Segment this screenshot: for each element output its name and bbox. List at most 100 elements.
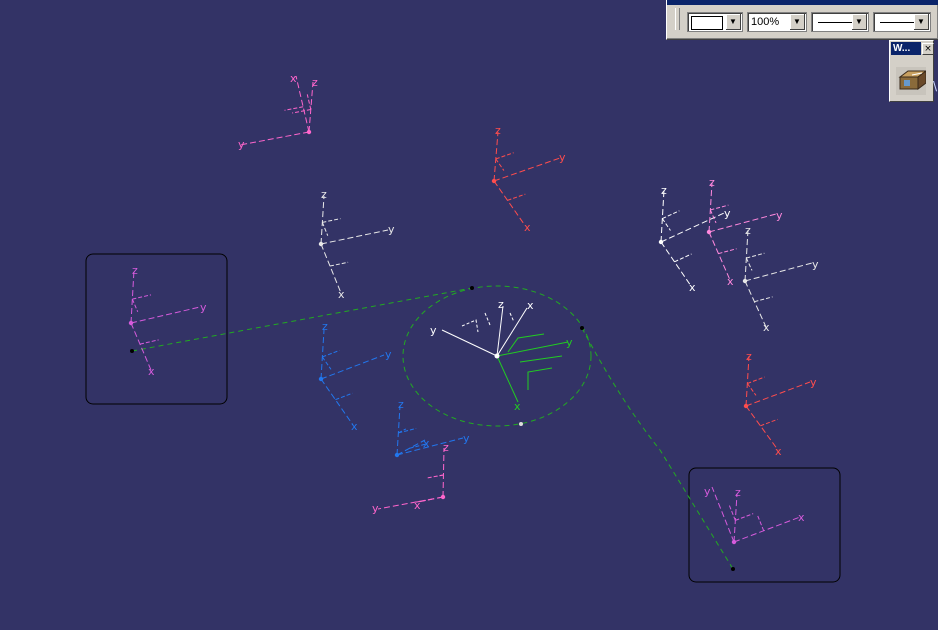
axis-11-plane-hint <box>746 383 757 396</box>
main-axis-x2-label: x <box>514 400 521 413</box>
axis-7-x-label: x <box>727 275 734 288</box>
axis-2-x-label: x <box>524 221 531 234</box>
close-icon[interactable]: × <box>922 43 934 55</box>
axis-5-z-axis <box>320 329 325 380</box>
axis-6-z-axis <box>660 189 665 243</box>
chevron-down-icon[interactable]: ▼ <box>790 14 805 30</box>
axis-2-plane-hint <box>495 158 505 171</box>
workbench-icon[interactable] <box>896 67 928 95</box>
axis-10-origin <box>742 278 748 284</box>
chevron-down-icon[interactable]: ▼ <box>852 14 867 30</box>
axis-11-z-label: z <box>746 350 752 363</box>
axis-10-z-label: z <box>745 224 751 237</box>
connector-handle <box>470 286 474 290</box>
axis-9-plane-hint <box>436 474 444 477</box>
axis-8-plane-hint <box>398 427 417 434</box>
axis-6-plane-hint <box>661 218 671 231</box>
transparency-value: 100% <box>751 16 780 28</box>
axis-systems: xyzxyzxyzxyzxyzxyzxyzx yzxyzxyzxyzxy z <box>128 72 819 545</box>
axis-10-plane-hint <box>745 257 753 271</box>
axis-11-origin <box>743 403 749 409</box>
line-type-preview <box>818 22 852 23</box>
axis-5-plane-hint <box>335 392 353 401</box>
side-glyph: \ <box>933 79 938 93</box>
axis-4-y-label: y <box>200 301 207 314</box>
axis-12-y-label: y <box>704 485 711 498</box>
axis-11-z-axis <box>745 355 750 407</box>
axis-8[interactable]: x y z <box>394 398 470 458</box>
3d-viewport[interactable]: xyzxyzxyzxyzxyzxyzxyzxyzxyzxyzxyzxyz x y <box>0 0 938 630</box>
axis-2-y-label: y <box>559 151 566 164</box>
axis-10-x-label: x <box>763 321 770 334</box>
axis-11-y-label: y <box>810 376 817 389</box>
axis-7-y-label: y <box>776 209 783 222</box>
axis-5-origin <box>318 376 324 382</box>
axis-11[interactable]: x y z <box>743 350 817 458</box>
axis-2-origin <box>491 178 497 184</box>
axis-3-origin <box>318 241 324 247</box>
color-dropdown[interactable]: ▼ <box>687 12 743 32</box>
main-axis-y2-label: y <box>566 336 573 349</box>
axis-8-x-label: x <box>423 437 430 450</box>
line-type-dropdown[interactable]: ▼ <box>811 12 869 32</box>
axis-5-plane-hint <box>322 350 340 358</box>
axis-3-y-label: y <box>388 223 395 236</box>
viewport-canvas[interactable]: xyzxyzxyzxyzxyzxyzxyzx yzxyzxyzxyzxy z x y <box>0 0 938 630</box>
workbench-panel-title[interactable]: W... <box>891 42 921 55</box>
axis-4[interactable]: x y z <box>128 264 207 378</box>
axis-6-x-axis <box>660 241 692 287</box>
axis-2-y-axis <box>493 157 561 182</box>
axis-9-z-axis <box>442 447 445 498</box>
axis-3-x-label: x <box>338 288 345 301</box>
axis-6[interactable]: x y z <box>658 184 731 294</box>
axis-1[interactable]: x y z <box>238 72 318 151</box>
axis-3-plane-hint <box>321 222 329 236</box>
axis-12-z-label: z <box>735 486 741 499</box>
axis-9[interactable]: x y z <box>372 441 449 515</box>
axis-5[interactable]: x y z <box>318 320 392 433</box>
line-weight-preview <box>880 22 914 23</box>
chevron-down-icon[interactable]: ▼ <box>914 14 929 30</box>
axis-9-y-label: y <box>372 502 379 515</box>
axis-4-z-axis <box>130 269 135 324</box>
main-axis-system[interactable]: x y z x y <box>430 298 573 413</box>
axis-8-y-label: y <box>463 432 470 445</box>
axis-8-y-axis <box>396 437 464 456</box>
axis-7-z-label: z <box>709 176 715 189</box>
axis-1-plane-hint <box>284 106 304 111</box>
axis-7-plane-hint <box>709 209 717 224</box>
axis-12-plane-hint <box>757 515 765 531</box>
axis-3-plane-hint <box>322 218 341 223</box>
axis-7-z-axis <box>708 182 713 233</box>
axis-6-origin <box>658 239 664 245</box>
axis-4-plane-hint <box>132 294 152 300</box>
axis-2[interactable]: x y z <box>491 124 566 234</box>
axis-9-x-label: x <box>414 499 421 512</box>
axis-3-z-label: z <box>321 188 327 201</box>
axis-3[interactable]: x y z <box>318 188 395 301</box>
main-axis-z-label: z <box>498 298 504 311</box>
axis-11-x-label: x <box>775 445 782 458</box>
axis-5-plane-hint <box>321 356 332 370</box>
axis-5-y-label: y <box>385 348 392 361</box>
toolbar-grip[interactable] <box>675 8 680 30</box>
transparency-dropdown[interactable]: 100% ▼ <box>747 12 807 32</box>
axis-12-plane-hint <box>735 513 754 521</box>
connector-handle <box>519 422 523 426</box>
chevron-down-icon[interactable]: ▼ <box>726 14 741 30</box>
axis-7-plane-hint <box>718 248 737 255</box>
line-weight-dropdown[interactable]: ▼ <box>873 12 931 32</box>
axis-10[interactable]: x y z <box>742 224 819 334</box>
axis-12[interactable]: x y z <box>704 485 805 545</box>
axis-2-x-axis <box>493 180 525 225</box>
axis-4-y-axis <box>130 306 201 324</box>
axis-3-x-axis <box>320 243 342 294</box>
axis-1-z-axis <box>308 81 314 133</box>
axis-7-origin <box>706 229 712 235</box>
axis-6-y-axis <box>660 212 725 243</box>
axis-1-x-label: x <box>290 72 297 85</box>
axis-9-z-label: z <box>443 441 449 454</box>
connector-handle <box>731 567 735 571</box>
axis-2-plane-hint <box>507 193 526 201</box>
axis-1-y-axis <box>239 131 310 146</box>
